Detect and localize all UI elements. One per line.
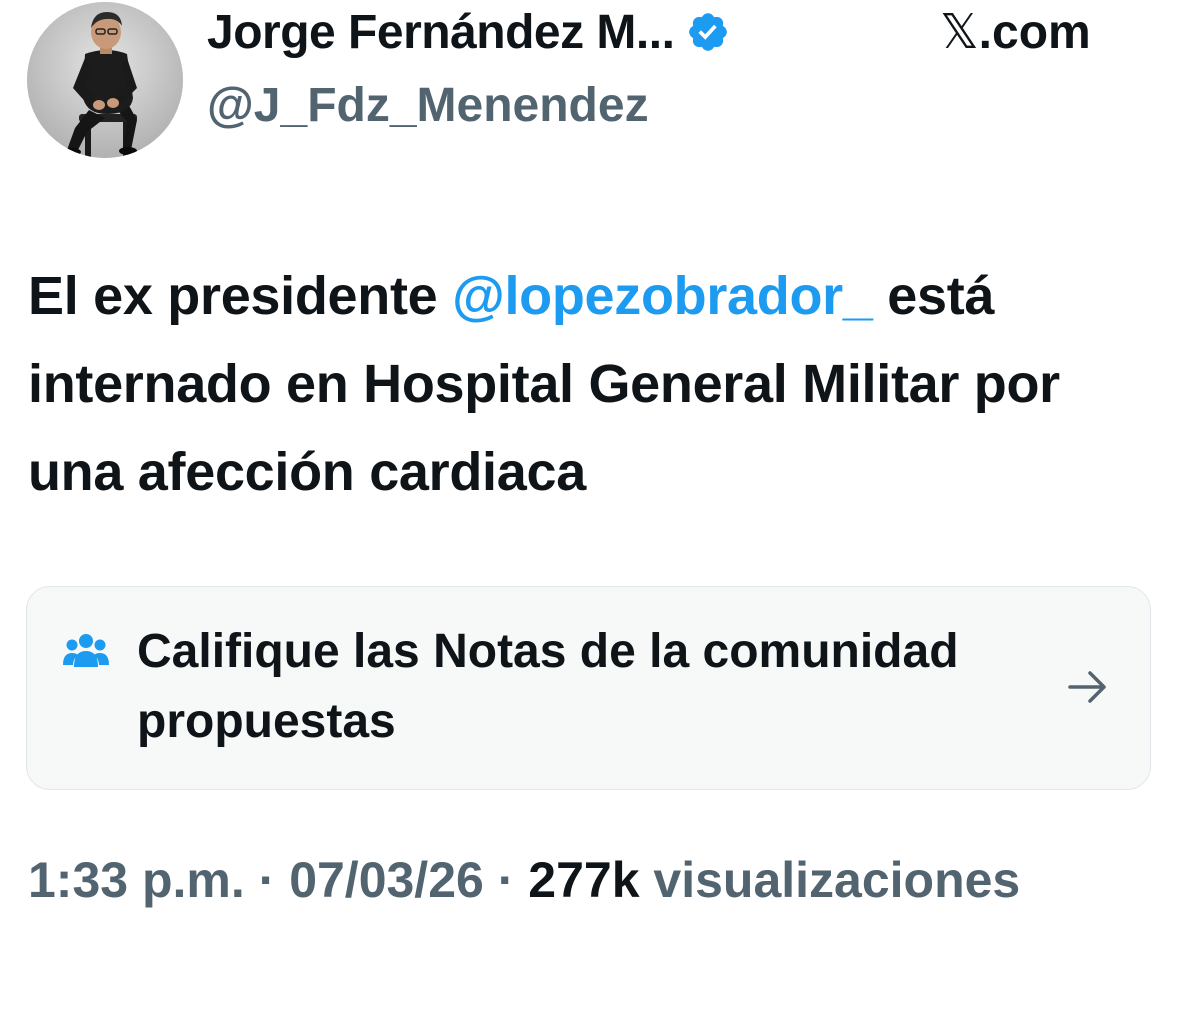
author-name[interactable]: Jorge Fernández M... (207, 5, 675, 60)
tweet-time[interactable]: 1:33 p.m. (28, 852, 245, 908)
tweet-text: El ex presidente @lopezobrador_ está int… (28, 252, 1158, 516)
author-handle[interactable]: @J_Fdz_Menendez (207, 78, 649, 133)
tweet-meta: 1:33 p.m. · 07/03/26 · 277k visualizacio… (28, 834, 1128, 926)
avatar[interactable] (27, 2, 183, 158)
mention-link[interactable]: @lopezobrador_ (452, 266, 873, 326)
community-notes-label: Califique las Notas de la comunidad prop… (137, 625, 959, 748)
tweet-header: Jorge Fernández M... 𝕏 .com @J_Fdz_Menend… (0, 0, 1179, 170)
community-notes-card[interactable]: Califique las Notas de la comunidad prop… (26, 586, 1151, 790)
site-label: 𝕏 .com (940, 0, 1091, 64)
tweet-text-before: El ex presidente (28, 266, 453, 326)
views-label: visualizaciones (639, 852, 1021, 908)
author-name-row: Jorge Fernández M... (207, 0, 730, 64)
arrow-right-icon[interactable] (1066, 667, 1110, 707)
people-icon (63, 633, 109, 669)
x-logo-icon: 𝕏 (940, 4, 979, 60)
meta-separator: · (483, 852, 529, 908)
verified-badge-icon (686, 10, 730, 54)
tweet-date[interactable]: 07/03/26 (289, 852, 484, 908)
meta-separator: · (244, 852, 290, 908)
person-avatar-icon (27, 2, 183, 158)
site-suffix: .com (978, 5, 1091, 59)
views-count: 277k (528, 852, 640, 908)
